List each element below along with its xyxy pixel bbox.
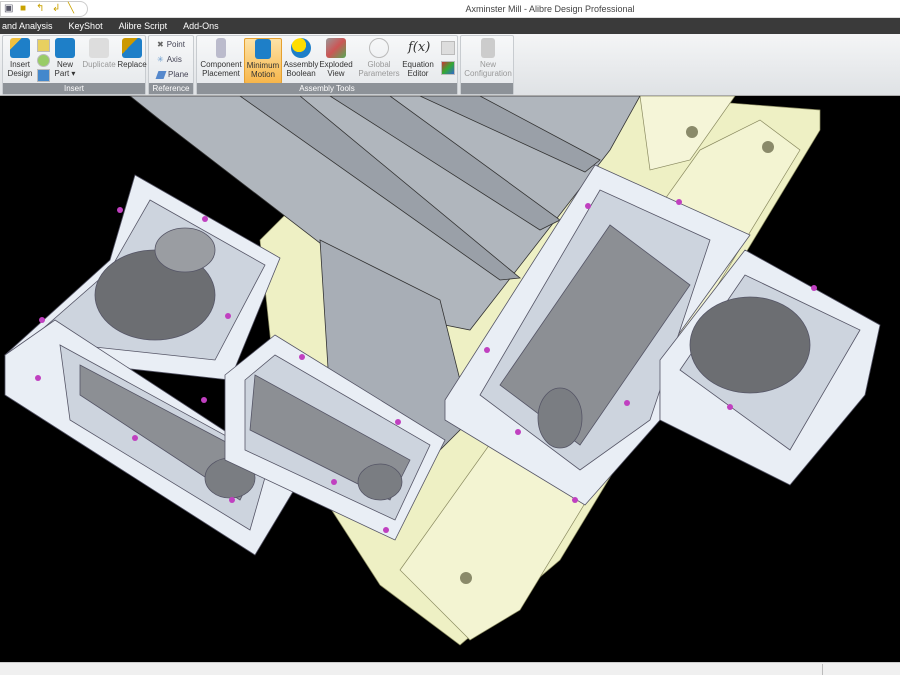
new-part-button[interactable]: New Part ▾ <box>53 38 77 78</box>
color-cube-icon[interactable] <box>441 61 455 75</box>
label: Assembly <box>283 60 319 69</box>
tab-alibre-script[interactable]: Alibre Script <box>111 18 176 34</box>
function-icon: f(x) <box>408 40 431 55</box>
ribbon: Insert Design New Part ▾ Duplicate Replace… <box>0 34 900 96</box>
label: Configuration <box>464 69 512 78</box>
tab-add-ons[interactable]: Add-Ons <box>175 18 227 34</box>
new-part-icon <box>55 38 75 58</box>
3d-viewport[interactable] <box>0 96 900 662</box>
label: Axis <box>166 55 182 64</box>
label: Placement <box>202 69 240 78</box>
global-parameters-button[interactable]: Global Parameters <box>357 38 401 78</box>
exploded-view-icon <box>326 38 346 58</box>
global-parameters-icon <box>369 38 389 58</box>
component-placement-icon <box>216 38 226 58</box>
label: Plane <box>168 70 189 79</box>
hole <box>686 126 698 138</box>
group-assembly-tools: Component Placement Minimum Motion Assembl… <box>196 35 458 95</box>
new-configuration-button[interactable]: New Configuration <box>463 38 513 78</box>
label: Boolean <box>286 69 316 78</box>
insert-design-button[interactable]: Insert Design <box>6 38 34 78</box>
replace-button[interactable]: Replace <box>117 38 147 69</box>
label: Component <box>200 60 242 69</box>
plane-icon <box>155 70 167 79</box>
label: Minimum <box>246 61 280 70</box>
label: Exploded <box>319 60 353 69</box>
plane-button[interactable]: Plane <box>155 70 189 79</box>
new-configuration-icon <box>481 38 495 58</box>
label: Global <box>367 60 391 69</box>
label: Motion <box>250 70 275 79</box>
label: Insert <box>9 60 30 69</box>
axis-button[interactable]: ✳ Axis <box>157 55 182 64</box>
axis-icon: ✳ <box>157 55 164 64</box>
group-insert: Insert Design New Part ▾ Duplicate Replace… <box>2 35 147 95</box>
component-placement-button[interactable]: Component Placement <box>199 38 243 78</box>
tab-keyshot[interactable]: KeyShot <box>61 18 111 34</box>
assembly-boolean-icon <box>291 38 311 58</box>
label: Point <box>166 40 185 49</box>
equation-editor-button[interactable]: f(x) Equation Editor <box>401 38 435 78</box>
label: Replace <box>117 60 147 69</box>
label: Equation <box>402 60 434 69</box>
cad-model <box>4 96 881 646</box>
group-label: Insert <box>3 83 145 94</box>
group-label: Reference <box>149 83 193 94</box>
replace-icon <box>122 38 142 58</box>
duplicate-button[interactable]: Duplicate <box>81 38 117 69</box>
minimum-motion-icon <box>255 39 271 59</box>
pattern-icon[interactable] <box>37 39 50 52</box>
point-icon: ✖ <box>157 40 164 49</box>
status-divider <box>822 664 823 675</box>
label: New <box>56 60 73 69</box>
exploded-view-button[interactable]: Exploded View <box>319 38 353 78</box>
label: Duplicate <box>82 60 116 69</box>
gear-icon[interactable] <box>37 54 50 67</box>
assembly-boolean-button[interactable]: Assembly Boolean <box>283 38 319 78</box>
point-button[interactable]: ✖ Point <box>157 40 185 49</box>
ribbon-tabs: and Analysis KeyShot Alibre Script Add-O… <box>0 18 900 34</box>
group-label <box>461 83 513 94</box>
window-title: Axminster Mill - Alibre Design Professio… <box>465 4 635 14</box>
title-bar: ▣ ■ ↰ ↲ ╲ Axminster Mill - Alibre Design… <box>0 0 900 18</box>
label: Design <box>7 69 33 78</box>
tab-analysis[interactable]: and Analysis <box>0 18 61 34</box>
table-icon[interactable] <box>441 41 455 55</box>
group-configuration: New Configuration <box>460 35 514 95</box>
label: New <box>479 60 496 69</box>
group-reference: ✖ Point ✳ Axis Plane Reference <box>148 35 194 95</box>
hole <box>460 572 472 584</box>
label: Editor <box>407 69 429 78</box>
insert-design-icon <box>10 38 30 58</box>
label: View <box>327 69 345 78</box>
hole <box>762 141 774 153</box>
duplicate-icon <box>89 38 109 58</box>
minimum-motion-button[interactable]: Minimum Motion <box>244 38 282 84</box>
group-label: Assembly Tools <box>197 83 457 94</box>
status-bar <box>0 662 900 675</box>
label: Parameters <box>358 69 400 78</box>
replace-small-icon[interactable] <box>37 69 50 82</box>
label: Part ▾ <box>54 69 76 78</box>
